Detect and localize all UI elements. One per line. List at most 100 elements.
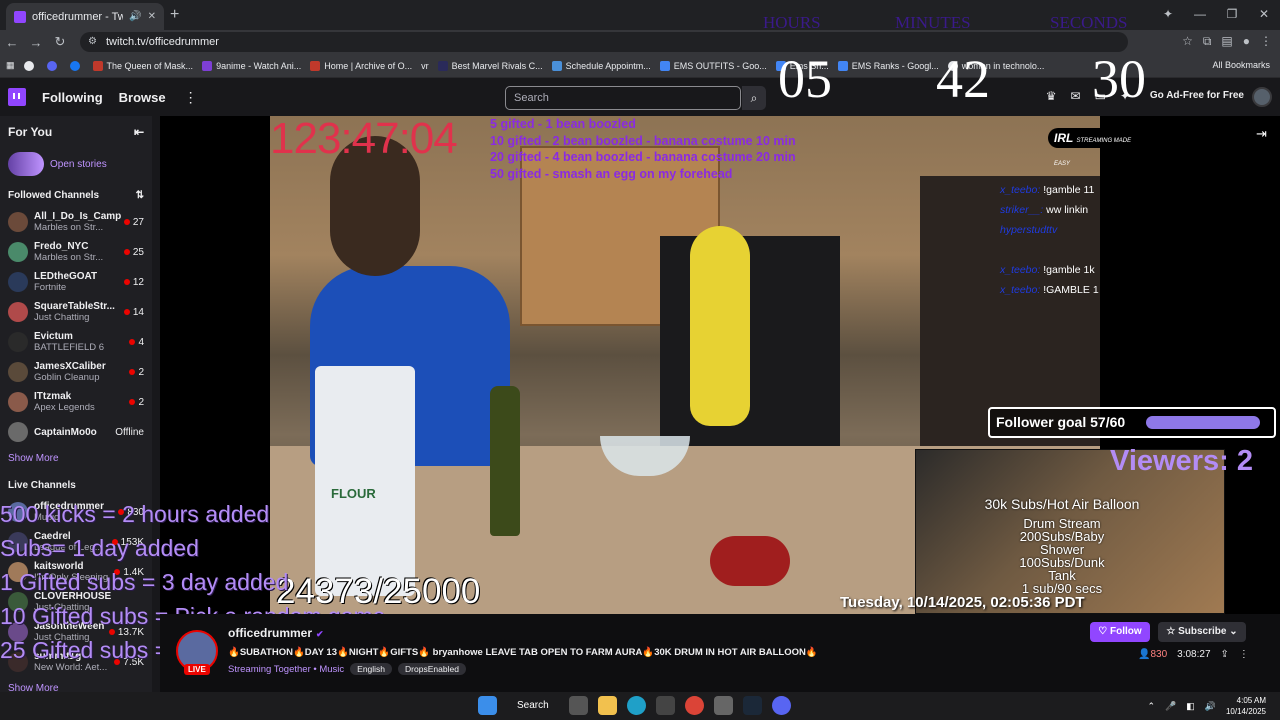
- bookmark-item[interactable]: [69, 60, 84, 71]
- discord-icon[interactable]: [771, 696, 791, 715]
- live-dot-icon: [123, 279, 130, 285]
- store-icon[interactable]: [655, 696, 675, 715]
- apples: [710, 536, 790, 586]
- tag-english[interactable]: English: [350, 663, 393, 675]
- gift-line: 5 gifted - 1 bean boozled: [490, 117, 636, 131]
- bookmark-item[interactable]: The Queen of Mask...: [92, 60, 193, 71]
- new-tab-button[interactable]: +: [170, 6, 179, 24]
- inbox-icon[interactable]: ✉: [1071, 89, 1081, 103]
- open-stories-button[interactable]: Open stories: [0, 148, 152, 180]
- sidebar-channel-followed[interactable]: Fredo_NYC Marbles on Str... 25: [0, 237, 152, 267]
- sidebar-channel-followed[interactable]: SquareTableStr... Just Chatting 14: [0, 297, 152, 327]
- ad-free-button[interactable]: Go Ad-Free for Free: [1150, 90, 1244, 101]
- start-icon[interactable]: [478, 696, 497, 715]
- forward-icon[interactable]: →: [24, 35, 48, 50]
- tab-title: officedrummer - Twitch: [32, 10, 124, 23]
- channel-name: LEDtheGOAT: [34, 271, 98, 282]
- follow-button[interactable]: ♡ Follow: [1090, 622, 1150, 642]
- close-window-button[interactable]: ✕: [1248, 0, 1280, 30]
- browser-tab[interactable]: officedrummer - Twitch 🔊 ✕: [6, 3, 164, 30]
- chat-line: x_teebo: !gamble 1k: [1000, 264, 1095, 276]
- extensions-icon[interactable]: ✦: [1152, 0, 1184, 30]
- search-icon[interactable]: ⌕: [742, 86, 766, 110]
- more-options-icon[interactable]: ⋮: [1239, 649, 1249, 660]
- category-link[interactable]: Streaming Together • Music: [228, 664, 344, 675]
- irl-logo: IRL STREAMING MADE EASY: [1048, 128, 1144, 167]
- bookmark-item[interactable]: EMS Ranks - Googl...: [837, 60, 939, 71]
- menu-kebab-icon[interactable]: ⋮: [1260, 34, 1272, 49]
- chevron-up-icon[interactable]: ⌃: [1147, 701, 1155, 712]
- reload-icon[interactable]: ↻: [48, 34, 72, 50]
- bookmark-item[interactable]: Home | Archive of O...: [310, 60, 412, 71]
- tag-drops[interactable]: DropsEnabled: [398, 663, 466, 675]
- channel-avatar: [8, 392, 28, 412]
- chrome-icon[interactable]: [684, 696, 704, 715]
- all-bookmarks-link[interactable]: All Bookmarks: [1212, 60, 1270, 70]
- apps-grid-icon[interactable]: ▦: [6, 60, 15, 71]
- volume-icon[interactable]: 🔊: [1205, 701, 1216, 712]
- channel-game: Goblin Cleanup: [34, 372, 100, 383]
- live-dot-icon: [129, 339, 136, 345]
- user-avatar[interactable]: [1252, 87, 1272, 107]
- extension-puzzle-icon[interactable]: ⧉: [1203, 34, 1212, 49]
- file-explorer-icon[interactable]: [597, 696, 617, 715]
- streamer-name[interactable]: officedrummer ✔: [228, 626, 324, 640]
- taskbar-clock[interactable]: 4:05 AM 10/14/2025: [1226, 695, 1266, 717]
- show-more-live[interactable]: Show More: [0, 677, 152, 692]
- steam-icon[interactable]: [742, 696, 762, 715]
- channel-name: ITtzmak: [34, 391, 72, 402]
- bookmark-item[interactable]: Best Marvel Rivals C...: [437, 60, 543, 71]
- profile-icon[interactable]: ●: [1243, 34, 1250, 49]
- collapse-chat-icon[interactable]: ⇥: [1256, 126, 1267, 142]
- sidebar-channel-followed[interactable]: LEDtheGOAT Fortnite 12: [0, 267, 152, 297]
- twitch-logo-icon[interactable]: [8, 88, 26, 106]
- search-input[interactable]: Search: [505, 86, 741, 110]
- channel-viewers: 12: [123, 277, 144, 288]
- maximize-button[interactable]: ❐: [1216, 0, 1248, 30]
- channel-viewers: 27: [123, 217, 144, 228]
- collapse-sidebar-icon[interactable]: ⇤: [134, 125, 144, 139]
- tab-close-icon[interactable]: ✕: [148, 11, 156, 22]
- hours-value: 05: [778, 49, 832, 109]
- crown-icon[interactable]: ♛: [1046, 89, 1057, 103]
- seconds-value: 30: [1092, 49, 1146, 109]
- nav-following[interactable]: Following: [42, 90, 103, 105]
- sidebar-channel-followed[interactable]: Evictum BATTLEFIELD 6 4: [0, 327, 152, 357]
- subscribe-button[interactable]: ☆ Subscribe ⌄: [1158, 622, 1246, 642]
- minimize-button[interactable]: —: [1184, 0, 1216, 30]
- nav-browse[interactable]: Browse: [119, 90, 166, 105]
- channel-viewers: 2: [129, 397, 144, 408]
- more-kebab-icon[interactable]: ⋮: [184, 89, 198, 106]
- stream-stats: 👤830 3:08:27 ⇪ ⋮: [1138, 649, 1249, 660]
- channel-game: Marbles on Str...: [34, 222, 104, 233]
- app-icon[interactable]: [713, 696, 733, 715]
- bookmark-item[interactable]: Schedule Appointm...: [551, 60, 651, 71]
- sidebar-channel-followed[interactable]: CaptainMo0o Offline: [0, 417, 152, 447]
- back-icon[interactable]: ←: [0, 35, 24, 50]
- channel-game: Fortnite: [34, 282, 67, 293]
- share-icon[interactable]: ⇪: [1221, 649, 1229, 660]
- sidebar-channel-followed[interactable]: ITtzmak Apex Legends 2: [0, 387, 152, 417]
- bookmark-star-icon[interactable]: ☆: [1182, 34, 1193, 49]
- datestamp: Tuesday, 10/14/2025, 02:05:36 PDT: [840, 594, 1085, 611]
- sidebar-channel-followed[interactable]: All_I_Do_Is_Camp Marbles on Str... 27: [0, 207, 152, 237]
- bookmark-item[interactable]: 9anime - Watch Ani...: [202, 60, 301, 71]
- sidebar-channel-followed[interactable]: JamesXCaliber Goblin Cleanup 2: [0, 357, 152, 387]
- bookmarks-bar: ▦ The Queen of Mask... 9anime - Watch An…: [0, 54, 1280, 78]
- taskbar-search[interactable]: Search: [507, 697, 559, 714]
- mic-icon[interactable]: 🎤: [1165, 701, 1176, 712]
- speaker-icon[interactable]: 🔊: [129, 11, 141, 22]
- live-dot-icon: [123, 309, 130, 315]
- show-more-followed[interactable]: Show More: [0, 447, 152, 470]
- site-info-icon[interactable]: ⚙: [88, 32, 97, 52]
- media-icon[interactable]: ▤: [1221, 34, 1232, 49]
- task-view-icon[interactable]: [568, 696, 588, 715]
- bookmark-item[interactable]: EMS OUTFITS - Goo...: [659, 60, 767, 71]
- bookmark-item[interactable]: [46, 60, 61, 71]
- for-you-heading: For You: [8, 125, 53, 139]
- bookmark-item[interactable]: vr: [421, 61, 429, 71]
- bookmark-item[interactable]: [23, 60, 38, 71]
- network-icon[interactable]: ◧: [1186, 701, 1195, 712]
- sort-icon[interactable]: ⇅: [136, 190, 144, 201]
- edge-icon[interactable]: [626, 696, 646, 715]
